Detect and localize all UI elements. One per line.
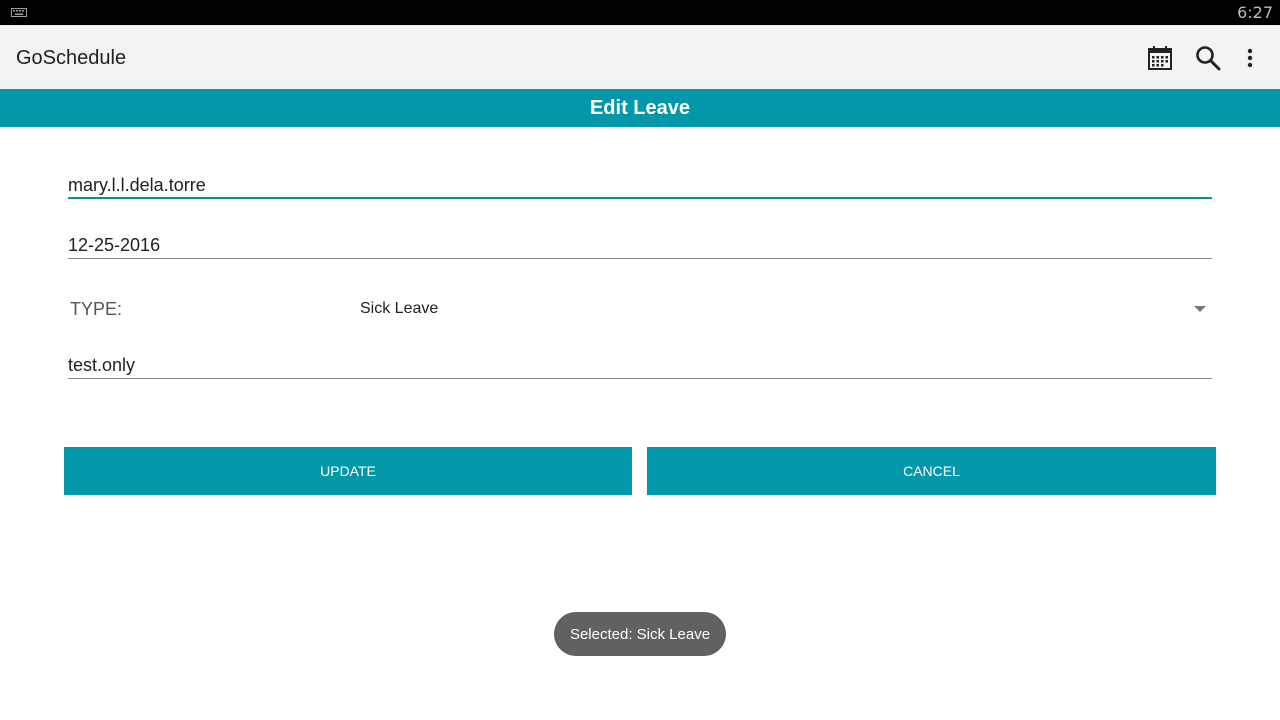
app-bar: GoSchedule	[0, 25, 1280, 89]
cancel-button[interactable]: CANCEL	[647, 447, 1216, 495]
status-bar: 6:27	[0, 0, 1280, 25]
status-time: 6:27	[1237, 3, 1273, 22]
toast-text: Selected: Sick Leave	[569, 625, 711, 643]
remarks-underline	[68, 378, 1212, 379]
date-field[interactable]	[68, 233, 1212, 257]
leave-type-dropdown[interactable]: Sick Leave	[360, 292, 1220, 326]
remarks-field[interactable]	[68, 353, 1212, 377]
screen-title: Edit Leave	[589, 96, 691, 119]
username-field[interactable]	[68, 173, 1212, 197]
username-underline	[68, 197, 1212, 199]
update-button[interactable]: UPDATE	[64, 447, 632, 495]
app-title: GoSchedule	[16, 47, 127, 69]
dropdown-arrow-icon	[1194, 306, 1206, 312]
screen-title-bar: Edit Leave	[0, 89, 1280, 127]
toast-message: Selected: Sick Leave	[554, 612, 726, 656]
search-icon[interactable]	[1194, 44, 1222, 72]
calendar-icon[interactable]	[1146, 44, 1174, 72]
type-label: TYPE:	[70, 299, 123, 319]
leave-type-value: Sick Leave	[360, 300, 439, 317]
keyboard-icon	[11, 8, 27, 17]
more-vert-icon[interactable]	[1236, 44, 1264, 72]
date-underline	[68, 258, 1212, 259]
